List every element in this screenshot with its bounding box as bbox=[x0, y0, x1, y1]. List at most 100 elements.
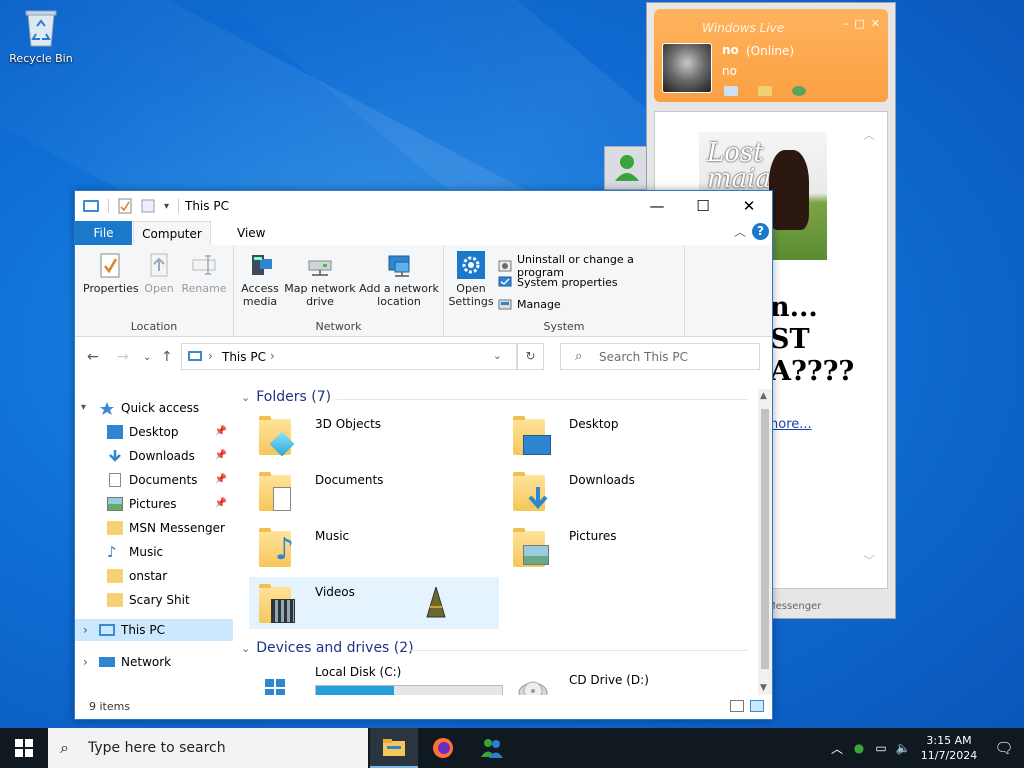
nav-scary-shit[interactable]: Scary Shit bbox=[75, 589, 233, 611]
folder-pictures[interactable]: Pictures bbox=[503, 521, 753, 573]
taskbar-firefox[interactable] bbox=[419, 728, 467, 768]
nav-network[interactable]: › Network bbox=[75, 651, 233, 673]
tab-computer[interactable]: Computer bbox=[133, 221, 211, 245]
pin-icon[interactable]: 📌 bbox=[215, 421, 227, 443]
nav-music[interactable]: ♪ Music bbox=[75, 541, 233, 563]
open-settings-button[interactable]: Open Settings bbox=[446, 251, 496, 308]
msn-spaces-icon[interactable] bbox=[792, 86, 806, 96]
msn-tray-icon[interactable]: ● bbox=[848, 741, 870, 755]
msn-personal-message[interactable]: no bbox=[722, 64, 737, 78]
folder-3d-objects[interactable]: 3D Objects bbox=[249, 409, 499, 461]
content-scrollbar[interactable]: ▲ ▼ bbox=[758, 389, 772, 695]
nav-desktop[interactable]: Desktop 📌 bbox=[75, 421, 233, 443]
breadcrumb-chevron-icon[interactable]: › bbox=[208, 349, 213, 363]
chevron-up-icon[interactable]: ︿ bbox=[863, 126, 875, 143]
scroll-down-icon[interactable]: ▼ bbox=[760, 683, 767, 693]
clock[interactable]: 3:15 AM 11/7/2024 bbox=[914, 733, 984, 763]
nav-msn-messenger[interactable]: MSN Messenger bbox=[75, 517, 233, 539]
msn-display-name[interactable]: no bbox=[722, 43, 739, 57]
back-arrow-icon[interactable]: ← bbox=[87, 349, 99, 365]
nav-onstar[interactable]: onstar bbox=[75, 565, 233, 587]
msn-avatar[interactable] bbox=[662, 43, 712, 93]
pin-icon[interactable]: 📌 bbox=[215, 445, 227, 467]
recent-locations-icon[interactable]: ⌄ bbox=[143, 352, 151, 363]
expand-chevron-icon[interactable]: › bbox=[83, 651, 88, 673]
msn-close-button[interactable]: ✕ bbox=[871, 17, 880, 30]
up-arrow-icon[interactable]: ↑ bbox=[161, 349, 173, 365]
folder-downloads[interactable]: Downloads bbox=[503, 465, 753, 517]
msn-contact-tab[interactable] bbox=[604, 146, 648, 190]
drive-c[interactable]: Local Disk (C:) bbox=[249, 659, 503, 695]
collapse-chevron-icon[interactable]: ⌄ bbox=[241, 391, 250, 404]
nav-pictures[interactable]: Pictures 📌 bbox=[75, 493, 233, 515]
refresh-button[interactable]: ↻ bbox=[517, 343, 544, 370]
nav-quick-access[interactable]: ▾ Quick access bbox=[75, 397, 233, 419]
address-dropdown-icon[interactable]: ⌄ bbox=[493, 349, 502, 362]
msn-maximize-button[interactable]: □ bbox=[854, 17, 864, 30]
properties-qat-icon[interactable] bbox=[118, 198, 132, 214]
pin-icon[interactable]: 📌 bbox=[215, 493, 227, 515]
ribbon-collapse-icon[interactable]: ︿ bbox=[734, 223, 746, 240]
section-title: Devices and drives (2) bbox=[256, 640, 414, 656]
scroll-up-icon[interactable]: ▲ bbox=[760, 391, 767, 401]
msn-minimize-button[interactable]: – bbox=[843, 17, 849, 30]
address-bar[interactable]: › This PC › ⌄ bbox=[181, 343, 517, 370]
recycle-bin-desktop-icon[interactable]: Recycle Bin bbox=[6, 8, 76, 65]
folder-music[interactable]: ♪ Music bbox=[249, 521, 499, 573]
maximize-button[interactable]: ☐ bbox=[680, 191, 726, 221]
search-box[interactable]: ⌕ Search This PC bbox=[560, 343, 760, 370]
forward-arrow-icon[interactable]: → bbox=[117, 349, 129, 365]
minimize-button[interactable]: — bbox=[634, 191, 680, 221]
tab-view[interactable]: View bbox=[223, 221, 279, 245]
nav-this-pc[interactable]: › This PC bbox=[75, 619, 233, 641]
speaker-icon[interactable]: 🔈 bbox=[892, 741, 914, 755]
folder-icon bbox=[107, 593, 123, 607]
network-icon[interactable]: ▭ bbox=[870, 741, 892, 755]
nav-downloads[interactable]: Downloads 📌 bbox=[75, 445, 233, 467]
expand-chevron-icon[interactable]: ▾ bbox=[81, 397, 86, 419]
chevron-up-icon[interactable]: ︿ bbox=[826, 740, 848, 757]
taskbar-search-box[interactable]: ⌕ Type here to search bbox=[48, 728, 368, 768]
msn-status[interactable]: (Online) bbox=[746, 44, 794, 58]
open-button[interactable]: Open bbox=[141, 251, 177, 295]
folder-documents[interactable]: Documents bbox=[249, 465, 499, 517]
pin-icon[interactable]: 📌 bbox=[215, 469, 227, 491]
mail-icon[interactable] bbox=[724, 86, 738, 96]
qat-dropdown-icon[interactable]: ▾ bbox=[164, 201, 169, 212]
properties-button[interactable]: Properties bbox=[83, 251, 139, 295]
folders-section-header[interactable]: ⌄ Folders (7) bbox=[241, 389, 331, 405]
chevron-down-icon[interactable]: ﹀ bbox=[863, 552, 875, 569]
drive-c-usage-bar bbox=[315, 685, 503, 695]
close-button[interactable]: ✕ bbox=[726, 191, 772, 221]
start-button[interactable] bbox=[0, 728, 48, 768]
rename-button[interactable]: Rename bbox=[179, 251, 229, 295]
map-network-drive-button[interactable]: Map network drive bbox=[282, 251, 358, 308]
folder-videos[interactable]: Videos bbox=[249, 577, 499, 629]
tab-file[interactable]: File bbox=[75, 221, 132, 245]
breadcrumb-chevron-icon[interactable]: › bbox=[270, 349, 275, 363]
tiles-view-icon[interactable] bbox=[750, 700, 764, 712]
nav-documents[interactable]: Documents 📌 bbox=[75, 469, 233, 491]
scrollbar-thumb[interactable] bbox=[761, 409, 769, 669]
access-media-button[interactable]: Access media bbox=[240, 251, 280, 308]
status-bar: 9 items bbox=[75, 695, 772, 719]
help-icon[interactable]: ? bbox=[752, 223, 769, 240]
new-folder-qat-icon[interactable] bbox=[141, 198, 155, 214]
msn-more-link[interactable]: nore... bbox=[770, 417, 812, 432]
add-network-location-button[interactable]: Add a network location bbox=[358, 251, 440, 308]
folder-icon[interactable] bbox=[758, 86, 772, 96]
taskbar-msn-messenger[interactable] bbox=[468, 728, 516, 768]
folder-pictures-icon bbox=[513, 527, 551, 567]
collapse-chevron-icon[interactable]: ⌄ bbox=[241, 642, 250, 655]
drive-d[interactable]: CD Drive (D:) bbox=[503, 659, 753, 695]
devices-section-header[interactable]: ⌄ Devices and drives (2) bbox=[241, 640, 414, 656]
taskbar-file-explorer[interactable] bbox=[370, 728, 418, 768]
system-properties-button[interactable]: System properties bbox=[498, 275, 618, 289]
manage-button[interactable]: Manage bbox=[498, 297, 561, 311]
explorer-titlebar[interactable]: ▾ This PC — ☐ ✕ bbox=[75, 191, 772, 221]
details-view-icon[interactable] bbox=[730, 700, 744, 712]
folder-desktop[interactable]: Desktop bbox=[503, 409, 753, 461]
notifications-icon[interactable]: 🗨 bbox=[984, 739, 1024, 757]
breadcrumb-this-pc[interactable]: This PC bbox=[222, 350, 266, 364]
expand-chevron-icon[interactable]: › bbox=[83, 619, 88, 641]
